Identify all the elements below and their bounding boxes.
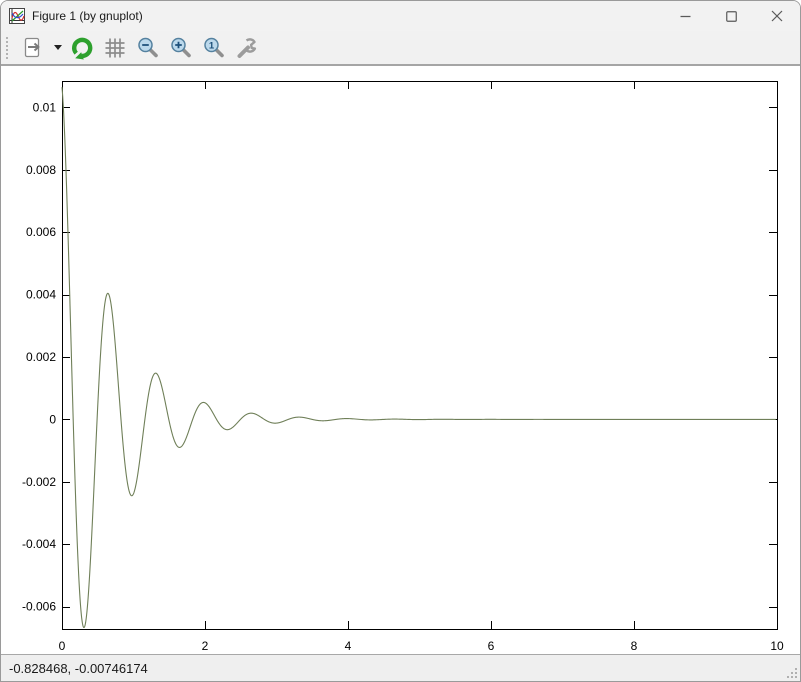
y-tick-label: 0.002: [26, 350, 56, 364]
y-tick-label: 0.004: [26, 288, 56, 302]
toolbar: 1: [1, 31, 800, 66]
close-icon: [771, 10, 783, 22]
replot-button[interactable]: [67, 34, 97, 62]
maximize-icon: [726, 11, 737, 22]
export-button[interactable]: [18, 34, 48, 62]
y-tick-label: -0.006: [22, 600, 56, 614]
y-tick-label: -0.004: [22, 537, 56, 551]
grid-icon: [102, 35, 128, 61]
zoom-reset-button[interactable]: 1: [199, 34, 229, 62]
y-tick-label: 0.01: [33, 100, 57, 114]
dropdown-caret-icon: [54, 45, 62, 50]
zoom-reset-glyph: 1: [209, 40, 215, 51]
x-tick-label: 0: [59, 639, 66, 653]
export-icon: [20, 35, 46, 61]
plot-border: [63, 82, 778, 630]
configure-button[interactable]: [232, 34, 262, 62]
zoom-out-icon: [135, 35, 161, 61]
toolbar-grip-handle[interactable]: [6, 37, 11, 59]
replot-icon: [69, 35, 95, 61]
x-tick-label: 8: [631, 639, 638, 653]
maximize-button[interactable]: [708, 1, 754, 31]
gnuplot-plot-icon: [9, 8, 25, 24]
window-controls: [662, 1, 800, 31]
x-tick-label: 4: [345, 639, 352, 653]
close-button[interactable]: [754, 1, 800, 31]
y-tick-label: 0.008: [26, 163, 56, 177]
minimize-icon: [680, 11, 691, 22]
zoom-reset-icon: 1: [201, 35, 227, 61]
title-bar[interactable]: Figure 1 (by gnuplot): [1, 1, 800, 31]
x-tick-label: 6: [488, 639, 495, 653]
grid-toggle-button[interactable]: [100, 34, 130, 62]
zoom-out-button[interactable]: [133, 34, 163, 62]
series-curve: [62, 87, 776, 627]
window-title: Figure 1 (by gnuplot): [32, 9, 143, 23]
minimize-button[interactable]: [662, 1, 708, 31]
status-bar: -0.828468, -0.00746174: [1, 654, 800, 681]
x-tick-label: 10: [770, 639, 784, 653]
y-tick-label: 0: [49, 412, 56, 426]
export-menu-button[interactable]: [51, 34, 64, 62]
y-tick-label: -0.002: [22, 475, 56, 489]
x-tick-label: 2: [202, 639, 209, 653]
gnuplot-window: Figure 1 (by gnuplot): [0, 0, 801, 682]
zoom-in-icon: [168, 35, 194, 61]
resize-grip[interactable]: [787, 668, 797, 678]
zoom-in-button[interactable]: [166, 34, 196, 62]
y-tick-label: 0.006: [26, 225, 56, 239]
mouse-coordinates: -0.828468, -0.00746174: [9, 661, 148, 676]
plot-area[interactable]: 0 2 4 6 8 10 0.01 0.008 0.006 0.004 0.002 0 -0.002 -0…: [1, 66, 800, 655]
wrench-icon: [234, 35, 260, 61]
plot-canvas[interactable]: 0 2 4 6 8 10 0.01 0.008 0.006 0.004 0.002 0 -0.002 -0…: [1, 66, 800, 654]
